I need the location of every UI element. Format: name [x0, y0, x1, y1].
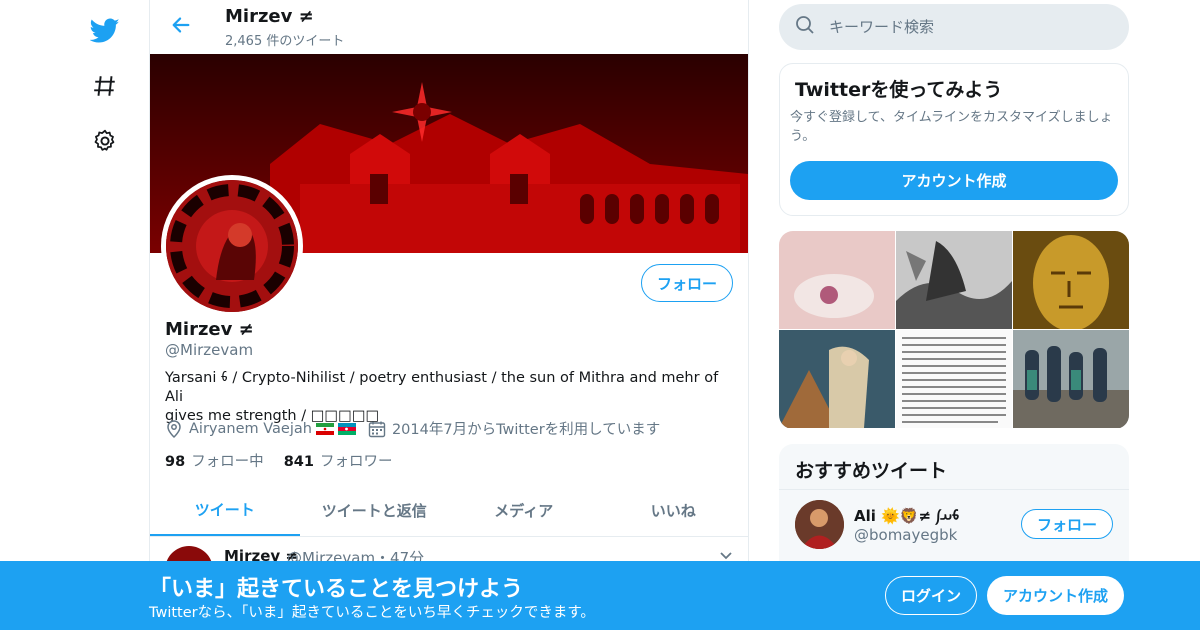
follow-button[interactable]: フォロー [641, 264, 733, 302]
tab-tweets-and-replies[interactable]: ツイートと返信 [300, 484, 450, 536]
recommended-avatar[interactable] [795, 500, 844, 549]
media-thumbnail[interactable] [779, 330, 895, 428]
following-label: フォロー中 [191, 454, 264, 470]
search-icon [795, 15, 815, 39]
signup-banner-headline: 「いま」起きていることを見つけよう [149, 577, 524, 602]
profile-meta: Airyanem Vaejah 2014年7月からTwitterを利用しています [165, 418, 660, 439]
followers-label: フォロワー [319, 454, 393, 470]
profile-tabs: ツイート ツイートと返信 メディア いいね [150, 484, 748, 537]
following-stat[interactable]: 98 フォロー中 [165, 450, 264, 471]
calendar-icon [368, 420, 386, 438]
recommended-name[interactable]: Ali 🌞🦁≠ 𐬨𐬀𐬰 [854, 506, 959, 526]
tab-tweets[interactable]: ツイート [150, 484, 300, 536]
signup-banner: 「いま」起きていることを見つけよう Twitterなら、「いま」起きていることを… [0, 561, 1200, 630]
back-arrow-icon[interactable] [168, 12, 194, 38]
followers-stat[interactable]: 841 フォロワー [284, 450, 393, 471]
profile-name: Mirzev ≠ [165, 319, 254, 340]
login-button[interactable]: ログイン [885, 576, 977, 615]
bio-line-1: Yarsani 𐬨 / Crypto-Nihilist / poetry ent… [165, 370, 719, 405]
media-thumbnail[interactable] [1013, 330, 1129, 428]
media-thumbnail[interactable] [896, 330, 1012, 428]
search-input[interactable] [829, 18, 1109, 36]
divider [779, 489, 1129, 490]
twitter-logo-icon[interactable] [82, 8, 128, 54]
signup-button[interactable]: アカウント作成 [987, 576, 1124, 615]
azerbaijan-flag-icon [337, 422, 356, 435]
tab-likes[interactable]: いいね [599, 484, 749, 536]
following-count: 98 [165, 454, 186, 470]
iran-flag-icon [315, 422, 334, 435]
profile-stats: 98 フォロー中 841 フォロワー [165, 450, 412, 471]
header-name: Mirzev ≠ [225, 6, 314, 27]
media-gallery [779, 231, 1129, 429]
recommended-follow-button[interactable]: フォロー [1021, 509, 1113, 539]
media-thumbnail[interactable] [779, 231, 895, 329]
profile-column: Mirzev ≠ 2,465 件のツイート フォロー Mirzev ≠ @Mir… [149, 0, 749, 630]
followers-count: 841 [283, 454, 314, 470]
header-tweet-count: 2,465 件のツイート [225, 34, 345, 49]
create-account-button[interactable]: アカウント作成 [790, 161, 1118, 200]
media-thumbnail[interactable] [896, 231, 1012, 329]
signup-banner-subtext: Twitterなら、「いま」起きていることをいち早くチェックできます。 [149, 605, 595, 621]
profile-header-bar: Mirzev ≠ 2,465 件のツイート [150, 0, 748, 54]
hashtag-icon[interactable] [82, 63, 128, 109]
profile-avatar[interactable] [161, 175, 303, 317]
tab-media[interactable]: メディア [449, 484, 599, 536]
try-twitter-description: 今すぐ登録して、タイムラインをカスタマイズしましょう。 [790, 110, 1113, 144]
gear-icon[interactable] [82, 118, 128, 164]
location-pin-icon [165, 419, 183, 438]
media-thumbnail[interactable] [1013, 231, 1129, 329]
try-twitter-title: Twitterを使ってみよう [795, 79, 1003, 101]
try-twitter-card: Twitterを使ってみよう 今すぐ登録して、タイムラインをカスタマイズしましょ… [779, 63, 1129, 216]
profile-joined-date: 2014年7月からTwitterを利用しています [391, 422, 661, 438]
recommended-title: おすすめツイート [795, 460, 948, 482]
profile-location: Airyanem Vaejah [189, 420, 312, 437]
recommended-handle: @bomayegbk [854, 526, 958, 544]
search-box [779, 4, 1129, 50]
profile-handle: @Mirzevam [165, 341, 254, 359]
left-nav [82, 8, 130, 173]
